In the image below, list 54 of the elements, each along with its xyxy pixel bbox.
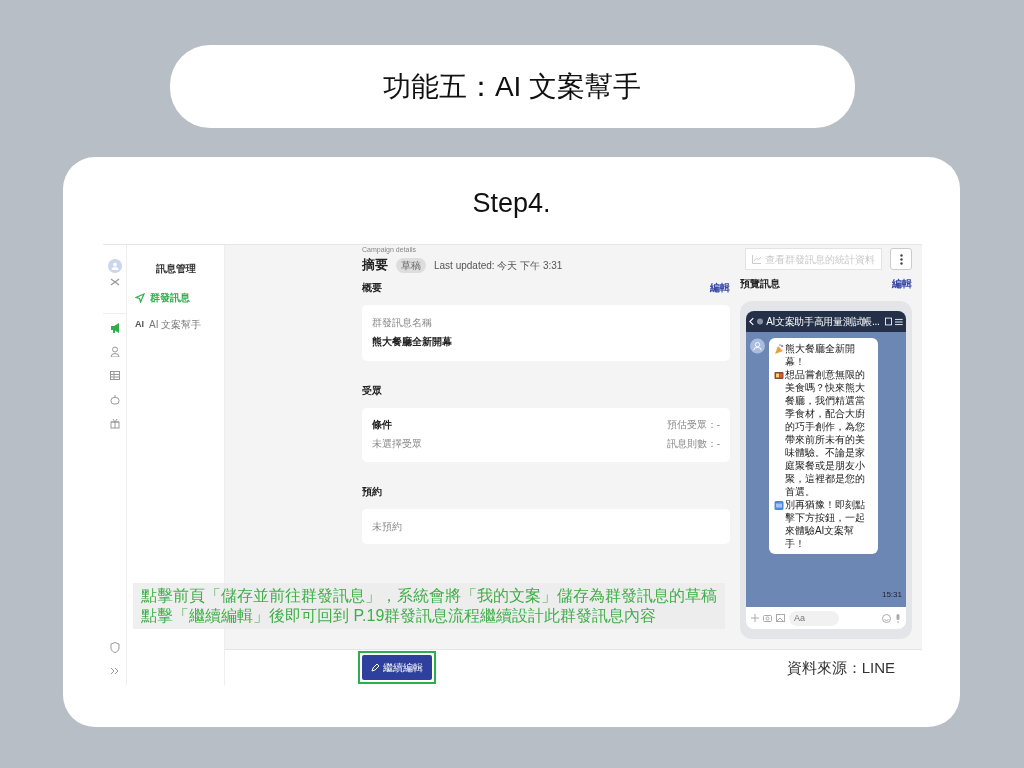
back-icon[interactable] (749, 317, 755, 327)
field-label: 群發訊息名稱 (372, 315, 433, 330)
message-text: 別再猶豫！即刻點擊下方按鈕，一起來體驗AI文案幫手！ (784, 498, 866, 551)
schedule-status: 未預約 (372, 519, 403, 534)
avatar-icon (107, 259, 122, 274)
image-icon[interactable] (776, 614, 785, 623)
ai-icon: AI (135, 318, 144, 332)
section-title: 受眾 (362, 383, 382, 398)
last-updated: Last updated: 今天 下午 3:31 (434, 258, 563, 273)
field-value: 熊大餐廳全新開幕 (372, 334, 453, 349)
section-title: 預約 (362, 484, 382, 499)
microphone-icon[interactable] (895, 613, 901, 623)
more-icon (899, 253, 903, 265)
slide-title: 功能五：AI 文案幫手 (382, 69, 642, 104)
section-title: 預覽訊息 (740, 277, 780, 292)
audience-status: 未選擇受眾 (372, 436, 422, 451)
party-popper-icon (773, 344, 784, 356)
message-text: 想品嘗創意無限的美食嗎？快來熊大餐廳，我們精選當季食材，配合大廚的巧手創作，為您帶來前所未有的美味體驗。不論是家庭聚餐或是朋友小聚，這裡都是您的首選。 (784, 368, 866, 499)
pencil-icon (371, 663, 379, 672)
lunchbox-icon (773, 370, 784, 382)
sidebar-item[interactable]: AI AI 文案幫手 (135, 317, 202, 333)
step-label: Step4. (472, 188, 551, 218)
page-title: 摘要 (362, 256, 388, 275)
camera-icon[interactable] (763, 614, 772, 623)
message-time: 15:31 (881, 589, 902, 602)
sidebar-title: 訊息管理 (154, 262, 197, 277)
more-button[interactable] (890, 248, 912, 271)
source-note: 資料來源：LINE (786, 657, 895, 678)
shield-icon[interactable] (109, 642, 120, 654)
menu-icon[interactable] (895, 317, 903, 326)
plus-icon[interactable] (751, 614, 759, 623)
person-icon[interactable] (109, 346, 120, 358)
message-input[interactable]: Aa (789, 610, 839, 626)
chat-title: AI文案助手高用量測試帳... (766, 315, 880, 330)
edit-link[interactable]: 編輯 (892, 276, 912, 292)
annotation-text: 點擊「繼續編輯」後即可回到 P.19群發訊息流程繼續設計此群發訊息內容 (141, 606, 658, 627)
section-title: 概要 (362, 280, 382, 295)
free-sign-icon (773, 500, 784, 512)
status-badge: 草稿 (396, 257, 426, 273)
gift-icon[interactable] (109, 418, 120, 430)
annotation-text: 點擊前頁「儲存並前往群發訊息」，系統會將「我的文案」儲存為群發訊息的草稿 (141, 586, 717, 607)
message-text: 熊大餐廳全新開幕！ (784, 342, 856, 369)
audience-stat: 訊息則數：- (666, 436, 720, 451)
megaphone-icon[interactable] (109, 322, 120, 334)
send-icon (135, 292, 145, 303)
field-label: 條件 (372, 417, 392, 432)
edit-link[interactable]: 編輯 (710, 279, 730, 295)
continue-edit-button[interactable]: 繼續編輯 (362, 655, 432, 681)
chart-icon (752, 254, 761, 264)
expand-icon[interactable] (109, 667, 120, 676)
table-icon[interactable] (109, 370, 120, 382)
smiley-icon[interactable] (882, 613, 891, 623)
avatar-icon (750, 338, 765, 355)
audience-stat: 預估受眾：- (666, 417, 720, 432)
